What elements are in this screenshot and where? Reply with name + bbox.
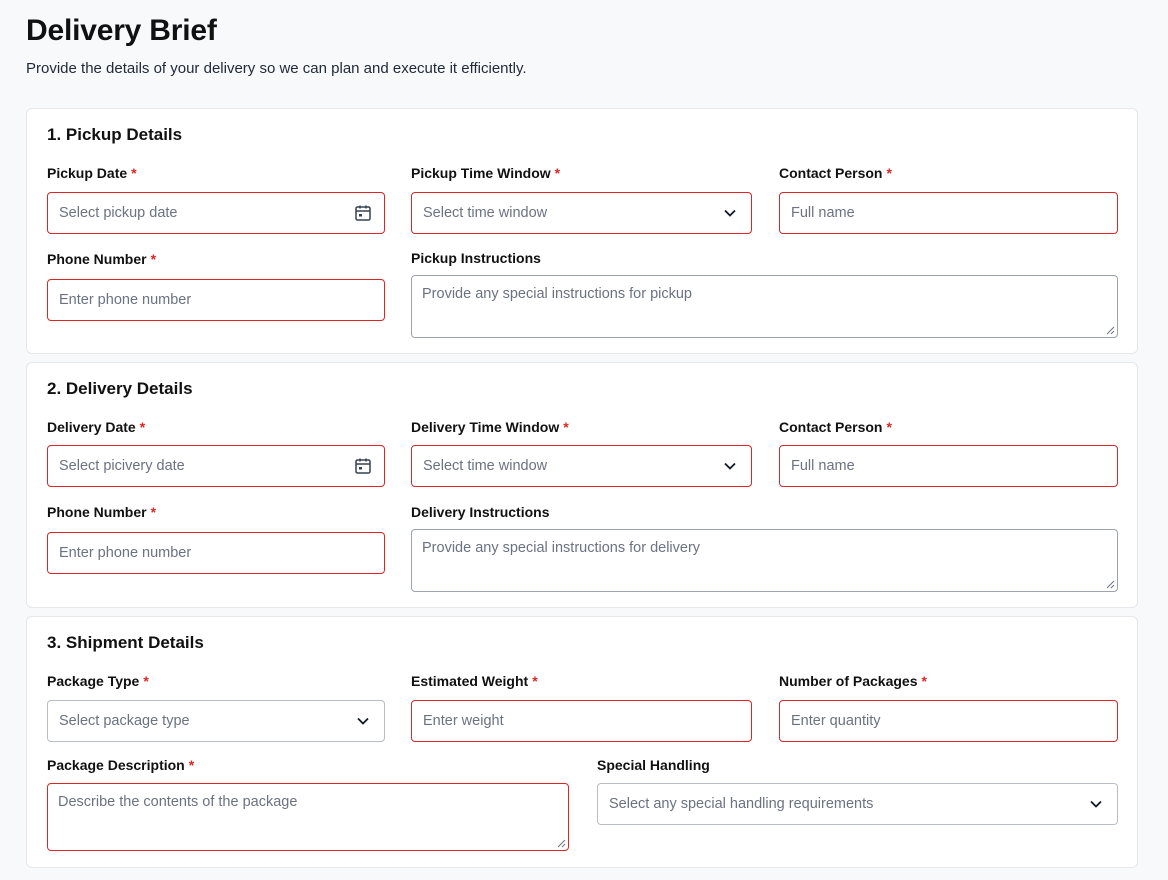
pickup-date-label: Pickup Date * [47, 165, 137, 181]
placeholder: Provide any special instructions for pic… [422, 286, 692, 302]
pickup-instructions-textarea[interactable]: Provide any special instructions for pic… [411, 275, 1118, 338]
chevron-down-icon [720, 456, 740, 476]
delivery-phone-input[interactable]: Enter phone number [47, 532, 385, 574]
pickup-contact-label: Contact Person * [779, 165, 892, 181]
special-handling-label: Special Handling [597, 757, 710, 773]
chevron-down-icon [353, 711, 373, 731]
calendar-icon[interactable] [353, 203, 373, 223]
pickup-phone-label: Phone Number * [47, 251, 157, 267]
delivery-contact-label: Contact Person * [779, 419, 892, 435]
pickup-contact-input[interactable]: Full name [779, 192, 1118, 234]
section-title: 1. Pickup Details [47, 125, 183, 144]
estimated-weight-label: Estimated Weight * [411, 673, 538, 689]
delivery-phone-label: Phone Number * [47, 504, 157, 520]
calendar-icon[interactable] [353, 456, 373, 476]
chevron-down-icon [720, 203, 740, 223]
package-type-label: Package Type * [47, 673, 149, 689]
selected-value: Select time window [423, 458, 548, 474]
selected-value: Select any special handling requirements [609, 796, 874, 812]
chevron-down-icon [1086, 794, 1106, 814]
section-title: 2. Delivery Details [47, 379, 193, 398]
delivery-instructions-label: Delivery Instructions [411, 504, 550, 520]
required-asterisk: * [921, 673, 927, 689]
required-asterisk: * [886, 419, 892, 435]
placeholder: Enter quantity [791, 713, 881, 729]
selected-value: Select package type [59, 713, 190, 729]
delivery-details-section: 2. Delivery Details Delivery Date * Selec… [26, 362, 1138, 608]
package-description-textarea[interactable]: Describe the contents of the package [47, 783, 569, 851]
required-asterisk: * [532, 673, 538, 689]
required-asterisk: * [143, 673, 149, 689]
required-asterisk: * [563, 419, 569, 435]
required-asterisk: * [150, 504, 157, 520]
required-asterisk: * [886, 165, 892, 181]
estimated-weight-input[interactable]: Enter weight [411, 700, 752, 742]
required-asterisk: * [554, 165, 561, 181]
placeholder: Select pickup date [59, 205, 178, 221]
shipment-details-section: 3. Shipment Details Package Type * Select… [26, 616, 1138, 868]
pickup-phone-input[interactable]: Enter phone number [47, 279, 385, 321]
resize-handle-icon[interactable] [1106, 326, 1115, 335]
delivery-time-window-label: Delivery Time Window * [411, 419, 569, 435]
package-type-select[interactable]: Select package type [47, 700, 385, 742]
delivery-contact-input[interactable]: Full name [779, 445, 1118, 487]
resize-handle-icon[interactable] [557, 839, 566, 848]
pickup-details-section: 1. Pickup Details Pickup Date * Select pi… [26, 108, 1138, 354]
required-asterisk: * [188, 757, 195, 773]
placeholder: Provide any special instructions for del… [422, 540, 701, 556]
placeholder: Describe the contents of the package [58, 794, 298, 810]
package-description-label: Package Description * [47, 757, 195, 773]
delivery-instructions-textarea[interactable]: Provide any special instructions for del… [411, 529, 1118, 592]
placeholder: Enter phone number [59, 292, 192, 308]
pickup-time-window-label: Pickup Time Window * [411, 165, 561, 181]
resize-handle-icon[interactable] [1106, 580, 1115, 589]
page-title: Delivery Brief [26, 14, 217, 47]
delivery-date-label: Delivery Date * [47, 419, 146, 435]
placeholder: Select picivery date [59, 458, 185, 474]
placeholder: Full name [791, 458, 855, 474]
placeholder: Full name [791, 205, 855, 221]
delivery-time-window-select[interactable]: Select time window [411, 445, 752, 487]
pickup-time-window-select[interactable]: Select time window [411, 192, 752, 234]
page-subtitle: Provide the details of your delivery so … [26, 60, 527, 77]
special-handling-select[interactable]: Select any special handling requirements [597, 783, 1118, 825]
number-of-packages-input[interactable]: Enter quantity [779, 700, 1118, 742]
pickup-date-input[interactable]: Select pickup date [47, 192, 385, 234]
pickup-instructions-label: Pickup Instructions [411, 250, 541, 266]
placeholder: Enter weight [423, 713, 504, 729]
section-title: 3. Shipment Details [47, 633, 204, 652]
delivery-date-input[interactable]: Select picivery date [47, 445, 385, 487]
required-asterisk: * [150, 251, 157, 267]
required-asterisk: * [131, 165, 137, 181]
placeholder: Enter phone number [59, 545, 192, 561]
selected-value: Select time window [423, 205, 548, 221]
number-of-packages-label: Number of Packages * [779, 673, 927, 689]
required-asterisk: * [139, 419, 146, 435]
